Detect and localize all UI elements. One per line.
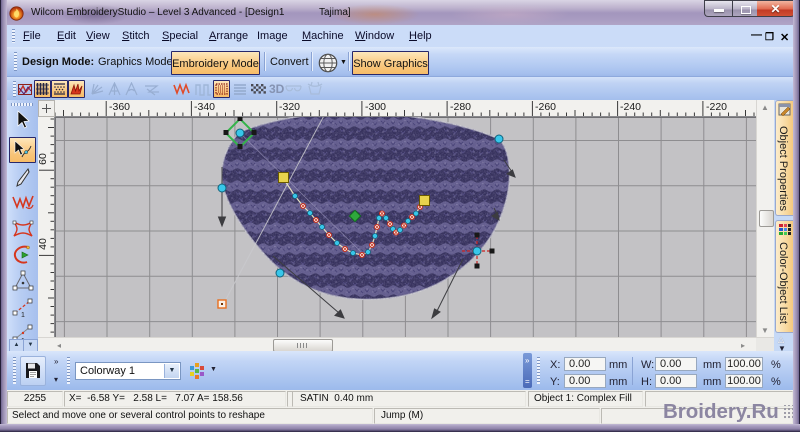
svg-text:-320: -320 [279,101,300,113]
svg-text:60: 60 [38,153,49,165]
svg-text:40: 40 [38,238,49,250]
svg-text:-360: -360 [109,101,130,113]
svg-text:-220: -220 [706,101,727,113]
svg-text:1: 1 [21,312,25,318]
svg-text:-300: -300 [365,101,386,113]
svg-text:-240: -240 [620,101,641,113]
svg-text:-280: -280 [450,101,471,113]
svg-text:-260: -260 [535,101,556,113]
svg-text:-340: -340 [194,101,215,113]
